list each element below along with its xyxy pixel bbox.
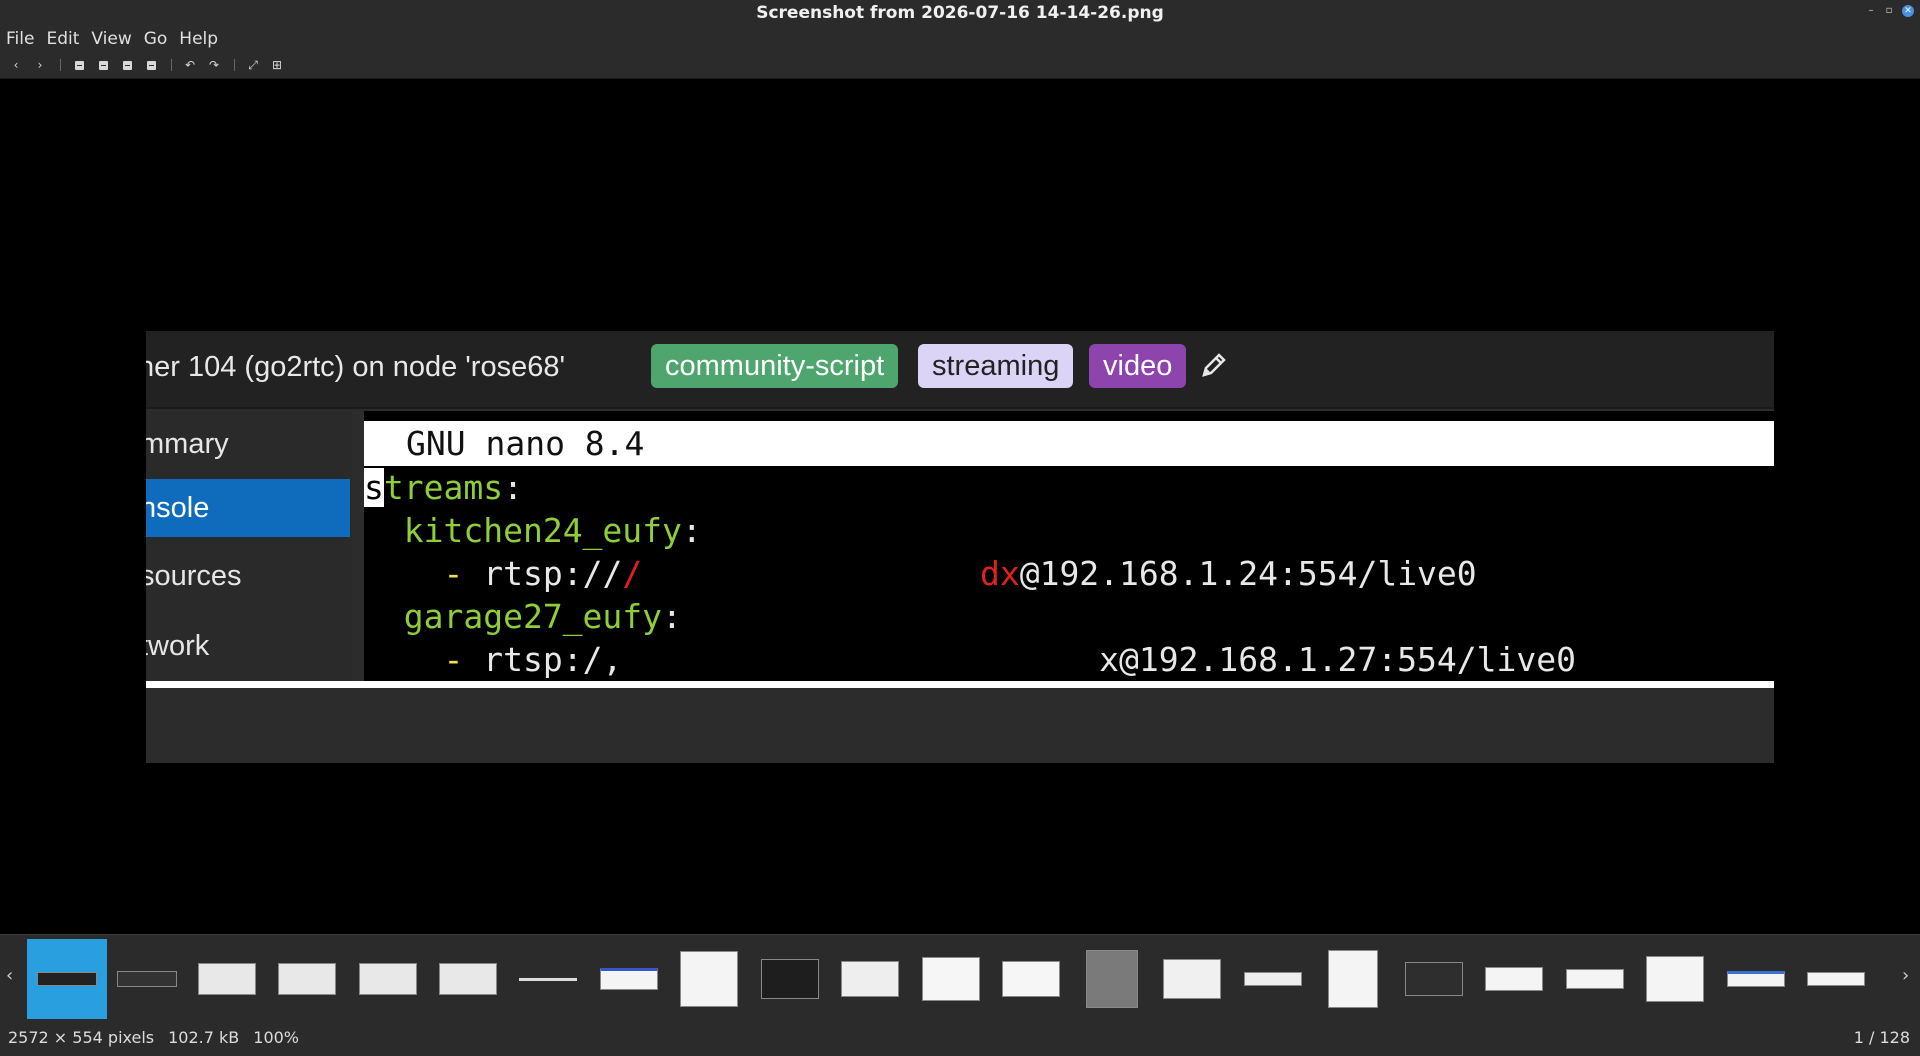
thumbnail[interactable]: [436, 939, 500, 1019]
menu-file[interactable]: File: [6, 29, 34, 49]
zoom-fit-icon[interactable]: [143, 57, 159, 73]
tag-video: video: [1089, 344, 1187, 388]
terminal-line: streams:: [364, 468, 523, 507]
thumbnail[interactable]: [1563, 939, 1627, 1019]
thumbnail[interactable]: [677, 939, 741, 1019]
terminal-cursor: s: [364, 468, 384, 507]
chevron-right-icon[interactable]: ›: [1902, 965, 1909, 986]
thumbnail[interactable]: [758, 939, 822, 1019]
rotate-right-icon[interactable]: ↷: [206, 57, 222, 73]
minimize-icon[interactable]: –: [1866, 6, 1876, 16]
fullscreen-icon[interactable]: ⤢: [245, 57, 261, 73]
thumbnail[interactable]: [1080, 939, 1144, 1019]
thumbnail[interactable]: [1160, 939, 1224, 1019]
thumbnail[interactable]: [275, 939, 339, 1019]
thumbnail[interactable]: [838, 939, 902, 1019]
maximize-icon[interactable]: ▫: [1884, 6, 1894, 16]
thumbnail[interactable]: [1321, 939, 1385, 1019]
menu-help[interactable]: Help: [179, 29, 218, 49]
image-header: ner 104 (go2rtc) on node 'rose68' commun…: [146, 331, 1774, 409]
zoom-in-icon[interactable]: [95, 57, 111, 73]
toolbar: ‹ › ↶ ↷ ⤢ ⊞: [0, 52, 1920, 79]
nano-title-bar: GNU nano 8.4: [364, 421, 1774, 466]
image-filesize: 102.7 kB: [168, 1028, 240, 1047]
thumbnail[interactable]: [1402, 939, 1466, 1019]
forward-icon[interactable]: ›: [32, 57, 48, 73]
zoom-normal-icon[interactable]: [119, 57, 135, 73]
image-bottom-edge: [146, 681, 1774, 688]
image-sidebar: mmary nsole sources twork: [146, 411, 352, 681]
toolbar-separator: [234, 59, 235, 71]
zoom-out-icon[interactable]: [71, 57, 87, 73]
thumbnail-strip: ‹ ›: [0, 934, 1920, 1020]
rotate-left-icon[interactable]: ↶: [182, 57, 198, 73]
title-bar: Screenshot from 2026-07-16 14-14-26.png …: [0, 0, 1920, 26]
terminal-line: - rtsp:/// dx@192.168.1.24:554/live0: [443, 554, 1477, 593]
image-position: 1 / 128: [1853, 1028, 1910, 1047]
pencil-icon: [1202, 353, 1226, 377]
chevron-left-icon[interactable]: ‹: [6, 965, 13, 986]
menu-view[interactable]: View: [91, 29, 131, 49]
menu-bar: File Edit View Go Help: [0, 26, 1920, 52]
thumbnail[interactable]: [195, 939, 259, 1019]
thumbnail[interactable]: [597, 939, 661, 1019]
status-bar: 2572 × 554 pixels 102.7 kB 100% 1 / 128: [0, 1020, 1920, 1056]
thumbnail[interactable]: [356, 939, 420, 1019]
image-terminal: GNU nano 8.4 streams: kitchen24_eufy: - …: [364, 411, 1774, 687]
image-nav-network: twork: [146, 630, 210, 662]
image-viewer[interactable]: ner 104 (go2rtc) on node 'rose68' commun…: [0, 80, 1920, 934]
displayed-image: ner 104 (go2rtc) on node 'rose68' commun…: [146, 331, 1774, 763]
thumbnail[interactable]: [1724, 939, 1788, 1019]
window-title: Screenshot from 2026-07-16 14-14-26.png: [756, 3, 1164, 23]
thumbnail[interactable]: [115, 939, 179, 1019]
thumbnail[interactable]: [516, 939, 580, 1019]
thumbnail[interactable]: [919, 939, 983, 1019]
terminal-line: garage27_eufy:: [403, 597, 682, 636]
thumbnail[interactable]: [999, 939, 1063, 1019]
zoom-level: 100%: [253, 1028, 300, 1047]
terminal-line: kitchen24_eufy:: [403, 511, 702, 550]
image-nav-resources: sources: [146, 560, 242, 592]
image-nav-summary: mmary: [146, 428, 229, 460]
toolbar-separator: [171, 59, 172, 71]
menu-go[interactable]: Go: [144, 29, 168, 49]
thumbnail[interactable]: [1482, 939, 1546, 1019]
window-controls: – ▫ ✕: [1866, 5, 1914, 17]
thumbnail[interactable]: [1804, 939, 1868, 1019]
image-nav-console: nsole: [146, 479, 350, 537]
thumbnail[interactable]: [1643, 939, 1707, 1019]
thumbnail[interactable]: [27, 939, 107, 1019]
toolbar-separator: [60, 59, 61, 71]
slideshow-icon[interactable]: ⊞: [269, 57, 285, 73]
tag-community-script: community-script: [651, 344, 899, 388]
tag-streaming: streaming: [918, 344, 1074, 388]
back-icon[interactable]: ‹: [8, 57, 24, 73]
menu-edit[interactable]: Edit: [46, 29, 79, 49]
close-icon[interactable]: ✕: [1902, 5, 1914, 17]
thumbnail[interactable]: [1241, 939, 1305, 1019]
image-dimensions: 2572 × 554 pixels: [8, 1028, 155, 1047]
image-header-title: ner 104 (go2rtc) on node 'rose68': [146, 351, 566, 383]
